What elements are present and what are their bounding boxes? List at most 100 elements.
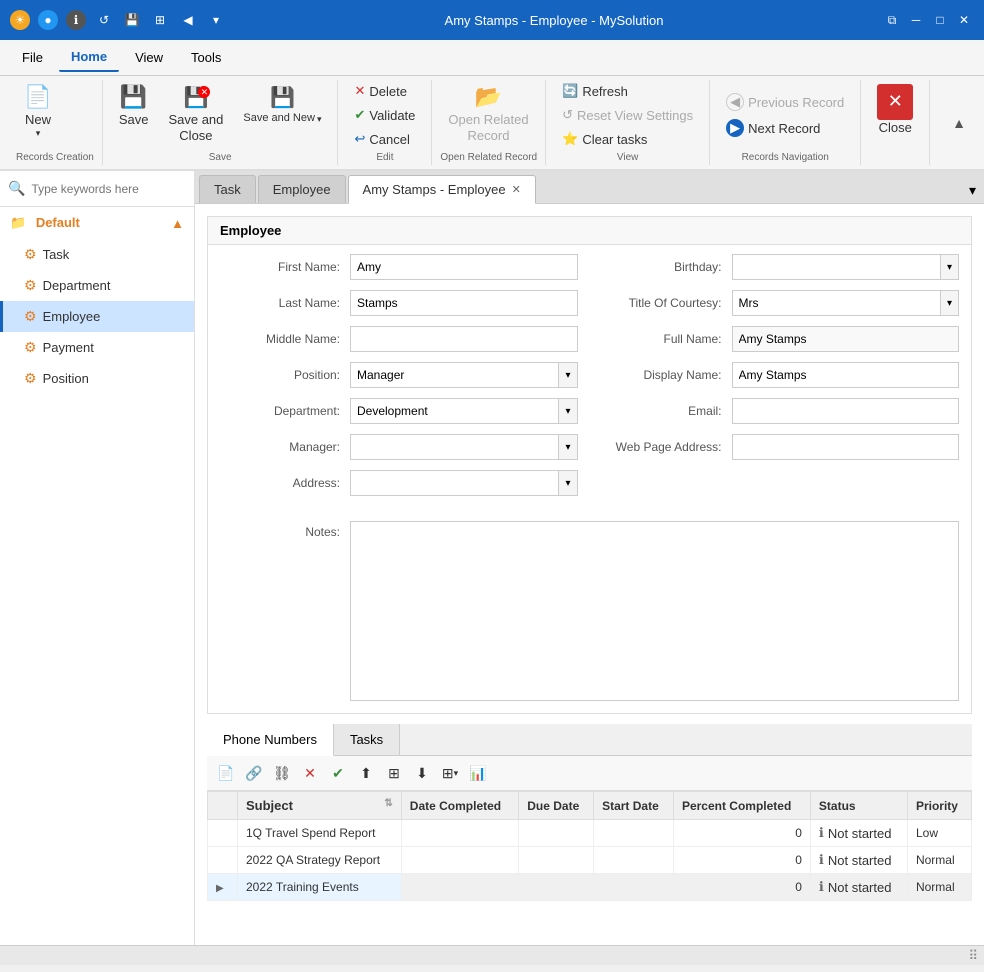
table-row[interactable]: 2022 QA Strategy Report 0 ℹ Not started … (208, 847, 972, 874)
col-status[interactable]: Status (810, 792, 907, 820)
sidebar-folder[interactable]: 📁 Default ▲ (0, 207, 194, 239)
open-related-button[interactable]: 📂 Open Related Record (440, 80, 536, 148)
grid-options-btn[interactable]: ⊞▾ (437, 760, 463, 786)
save-new-button[interactable]: 💾 Save and New ▾ (235, 80, 329, 130)
last-name-label: Last Name: (220, 296, 350, 310)
tabs-expand-icon[interactable]: ▾ (965, 178, 980, 203)
sidebar-item-task[interactable]: ⚙ Task (0, 239, 194, 270)
birthday-input[interactable] (732, 254, 940, 280)
col-date-completed[interactable]: Date Completed (401, 792, 518, 820)
department-input[interactable] (350, 398, 558, 424)
prev-record-button[interactable]: ◀ Previous Record (718, 90, 852, 114)
save-title-icon[interactable]: 💾 (122, 10, 142, 30)
row1-priority: Low (907, 820, 971, 847)
col-due-date[interactable]: Due Date (519, 792, 594, 820)
tab-close-icon[interactable]: ✕ (512, 183, 521, 196)
birthday-dropdown-btn[interactable]: ▾ (940, 254, 959, 280)
row3-expand[interactable]: ▶ (208, 874, 238, 901)
menu-view[interactable]: View (123, 44, 175, 71)
close-button[interactable]: ✕ Close (869, 80, 921, 140)
first-name-input[interactable] (350, 254, 578, 280)
form-grid: First Name: Last Name: Middle Name: (208, 245, 971, 513)
close-btn[interactable]: ✕ (954, 10, 974, 30)
delete-button[interactable]: ✕ Delete (346, 80, 423, 102)
grid-multiselect-btn[interactable]: ⊞ (381, 760, 407, 786)
cancel-button[interactable]: ↩ Cancel (346, 128, 423, 150)
more-title-icon[interactable]: ▾ (206, 10, 226, 30)
col-priority[interactable]: Priority (907, 792, 971, 820)
grid-report-btn[interactable]: 📊 (465, 760, 491, 786)
manager-dropdown-btn[interactable]: ▾ (558, 434, 577, 460)
full-name-input[interactable] (732, 326, 960, 352)
resize-handle[interactable]: ⠿ (968, 948, 978, 964)
sidebar-item-employee[interactable]: ⚙ Employee (0, 301, 194, 332)
grid-unlink-btn[interactable]: ⛓ (269, 760, 295, 786)
grid-delete-btn[interactable]: ✕ (297, 760, 323, 786)
refresh-button[interactable]: 🔄 Refresh (554, 80, 701, 102)
email-input[interactable] (732, 398, 960, 424)
position-dropdown-btn[interactable]: ▾ (558, 362, 577, 388)
position-input[interactable] (350, 362, 558, 388)
close-buttons: ✕ Close (869, 80, 921, 165)
restore-btn[interactable]: ⧉ (882, 10, 902, 30)
search-input[interactable] (31, 182, 186, 196)
menu-home[interactable]: Home (59, 43, 119, 72)
sidebar: 🔍 📁 Default ▲ ⚙ Task ⚙ Department ⚙ Empl… (0, 171, 195, 945)
nav-label: Records Navigation (718, 152, 852, 165)
display-name-input[interactable] (732, 362, 960, 388)
refresh-title-icon[interactable]: ↺ (94, 10, 114, 30)
main-layout: 🔍 📁 Default ▲ ⚙ Task ⚙ Department ⚙ Empl… (0, 171, 984, 945)
reset-view-button[interactable]: ↺ Reset View Settings (554, 104, 701, 126)
validate-button[interactable]: ✔ Validate (346, 104, 423, 126)
display-name-row: Display Name: (602, 361, 960, 389)
sidebar-item-payment[interactable]: ⚙ Payment (0, 332, 194, 363)
next-record-button[interactable]: ▶ Next Record (718, 116, 852, 140)
sidebar-item-position[interactable]: ⚙ Position (0, 363, 194, 394)
full-name-row: Full Name: (602, 325, 960, 353)
save-label: Save (111, 152, 330, 165)
col-percent[interactable]: Percent Completed (673, 792, 810, 820)
web-page-input[interactable] (732, 434, 960, 460)
last-name-input[interactable] (350, 290, 578, 316)
status-circle2-icon: ℹ (819, 852, 824, 868)
address-input[interactable] (350, 470, 558, 496)
sidebar-item-department[interactable]: ⚙ Department (0, 270, 194, 301)
menu-tools[interactable]: Tools (179, 44, 233, 71)
maximize-btn[interactable]: □ (930, 10, 950, 30)
clear-tasks-button[interactable]: ⭐ Clear tasks (554, 128, 701, 150)
minimize-btn[interactable]: ─ (906, 10, 926, 30)
ribbon-collapse-btn[interactable]: ▲ (946, 113, 972, 133)
grid-link-btn[interactable]: 🔗 (241, 760, 267, 786)
back-title-icon[interactable]: ◀ (178, 10, 198, 30)
new-button[interactable]: 📄 New ▾ (16, 80, 60, 143)
menu-file[interactable]: File (10, 44, 55, 71)
address-dropdown-btn[interactable]: ▾ (558, 470, 577, 496)
grid-new-doc-btn[interactable]: 📄 (213, 760, 239, 786)
view-label: View (554, 152, 701, 165)
title-dropdown-btn[interactable]: ▾ (940, 290, 959, 316)
tab-employee[interactable]: Employee (258, 175, 346, 203)
save-close-button[interactable]: 💾✕ Save and Close (160, 80, 231, 148)
sub-tab-tasks[interactable]: Tasks (334, 724, 400, 755)
tab-task[interactable]: Task (199, 175, 256, 203)
middle-name-input[interactable] (350, 326, 578, 352)
nav-buttons: ◀ Previous Record ▶ Next Record (718, 80, 852, 150)
department-dropdown-btn[interactable]: ▾ (558, 398, 577, 424)
title-input[interactable] (732, 290, 940, 316)
table-row[interactable]: 1Q Travel Spend Report 0 ℹ Not started L… (208, 820, 972, 847)
sub-tab-phone-numbers[interactable]: Phone Numbers (207, 724, 334, 756)
row1-percent: 0 (673, 820, 810, 847)
grid-upload-btn[interactable]: ⬆ (353, 760, 379, 786)
notes-textarea[interactable] (350, 521, 959, 701)
tab-amy-stamps[interactable]: Amy Stamps - Employee ✕ (348, 175, 536, 204)
grid-download-btn[interactable]: ⬇ (409, 760, 435, 786)
grid-check-btn[interactable]: ✔ (325, 760, 351, 786)
address-label: Address: (220, 476, 350, 490)
grid-title-icon[interactable]: ⊞ (150, 10, 170, 30)
save-new-icon: 💾 (270, 84, 295, 110)
save-button[interactable]: 💾 Save (111, 80, 157, 132)
manager-input[interactable] (350, 434, 558, 460)
table-row[interactable]: ▶ 2022 Training Events 0 ℹ Not started (208, 874, 972, 901)
col-start-date[interactable]: Start Date (594, 792, 674, 820)
col-subject[interactable]: Subject ⇅ (238, 792, 402, 820)
